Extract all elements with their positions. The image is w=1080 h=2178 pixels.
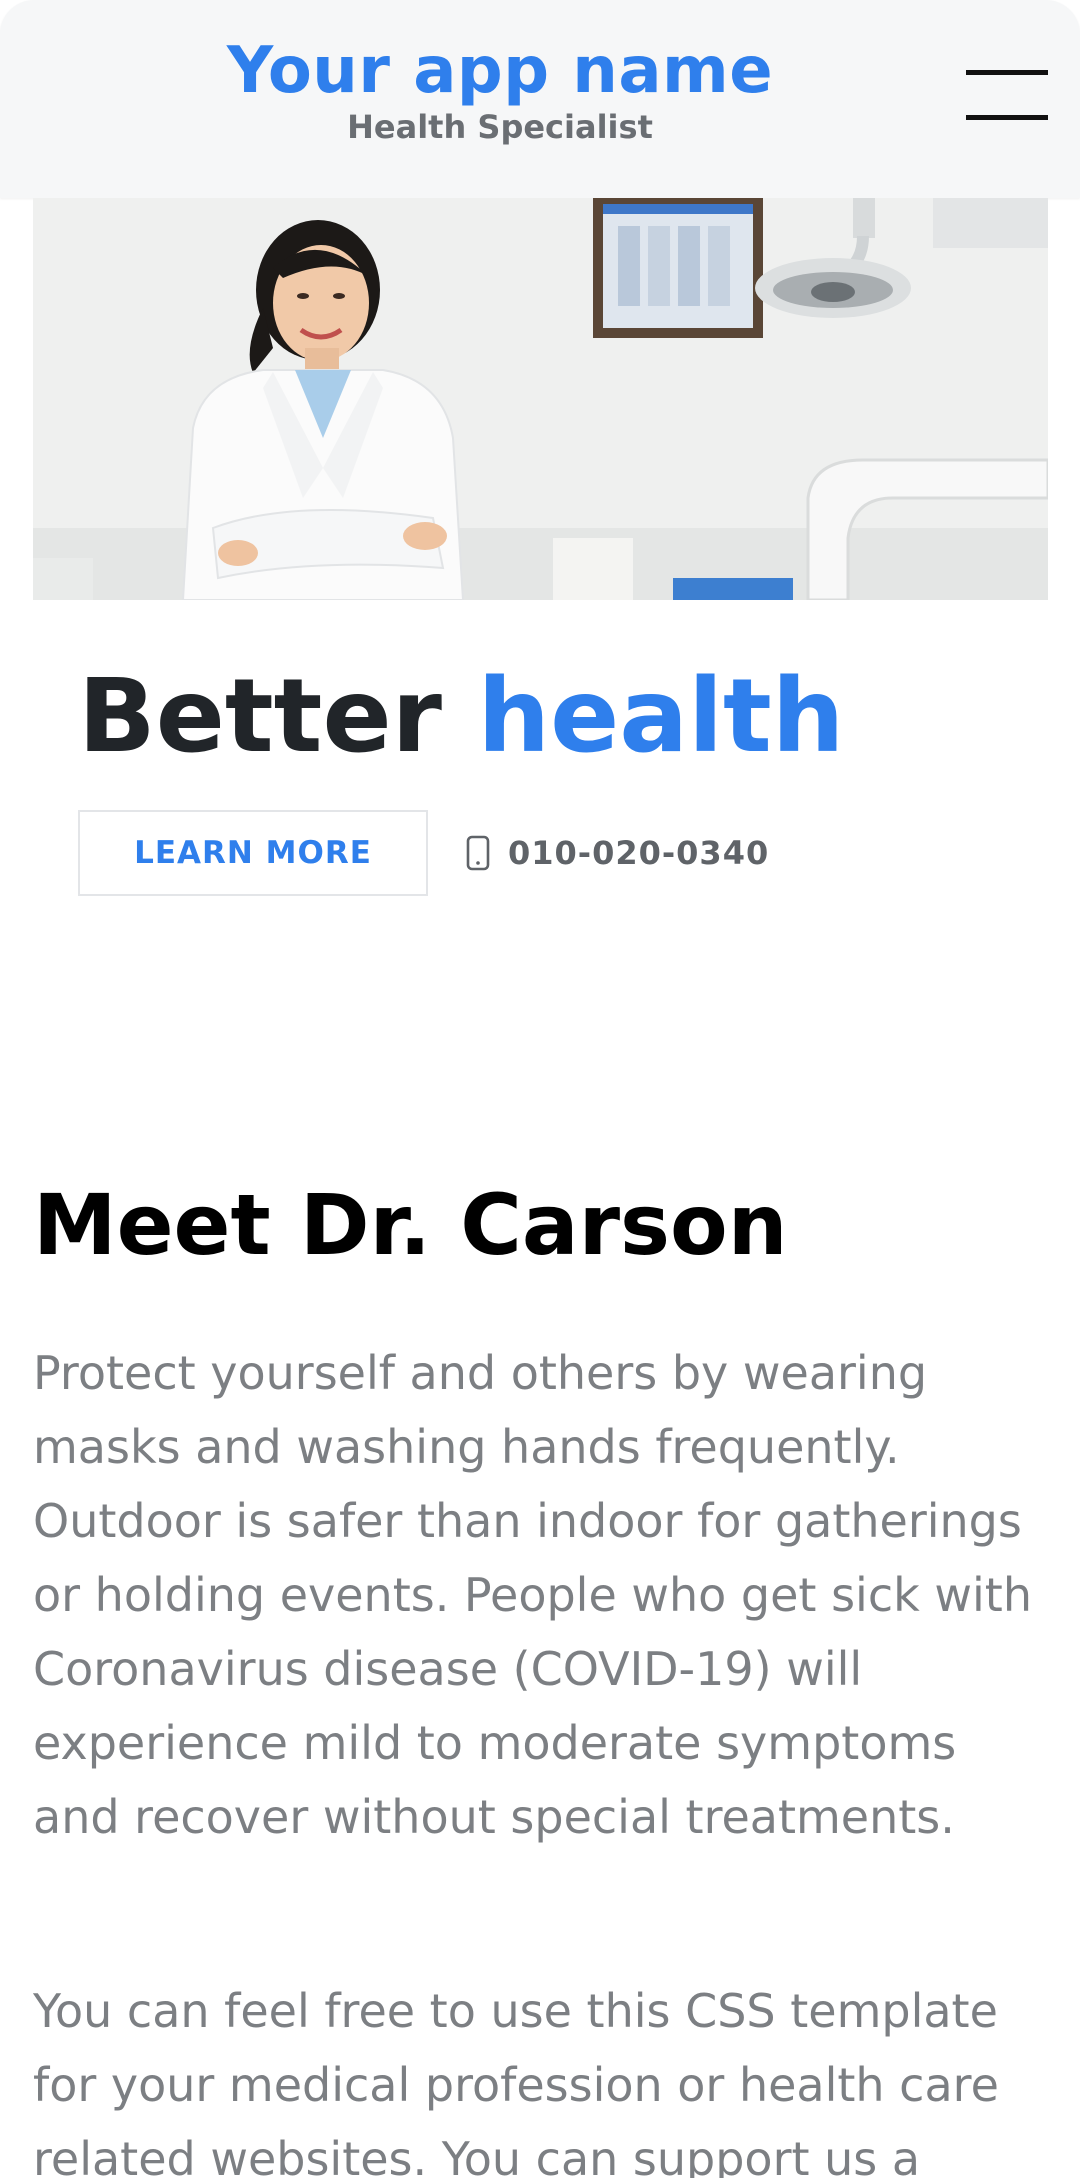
hero-heading-accent: health — [477, 657, 845, 776]
learn-more-button[interactable]: LEARN MORE — [78, 810, 428, 896]
menu-bar-top — [966, 70, 1048, 75]
hero-image — [33, 198, 1048, 600]
phone-contact[interactable]: 010-020-0340 — [466, 830, 769, 876]
about-paragraph-1: Protect yourself and others by wearing m… — [33, 1346, 1032, 1844]
mobile-phone-icon — [466, 835, 490, 871]
hamburger-menu-icon[interactable] — [958, 60, 1052, 130]
hero-heading: Better health — [78, 652, 844, 782]
app-name[interactable]: Your app name — [0, 34, 1000, 108]
section-title: Meet Dr. Carson — [33, 1176, 788, 1274]
page: Your app name Health Specialist Better h… — [0, 0, 1080, 2178]
hero-heading-main: Better — [78, 657, 442, 776]
phone-number[interactable]: 010-020-0340 — [508, 834, 769, 872]
menu-bar-bottom — [966, 115, 1048, 120]
doctor-in-clinic-photo — [33, 198, 1048, 600]
app-header: Your app name Health Specialist — [0, 0, 1080, 198]
app-tagline: Health Specialist — [347, 108, 653, 146]
about-paragraph-2: You can feel free to use this CSS templa… — [33, 1984, 999, 2178]
brand[interactable]: Your app name Health Specialist — [0, 34, 1000, 146]
